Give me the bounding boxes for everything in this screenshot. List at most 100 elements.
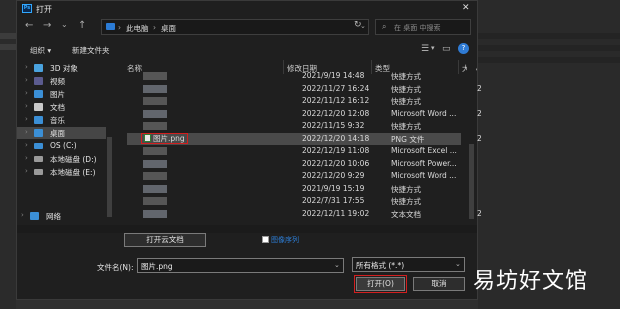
- sidebar-item-network[interactable]: › 网络: [13, 210, 103, 222]
- chevron-right-icon[interactable]: ›: [25, 154, 28, 162]
- file-list-scrollbar[interactable]: [467, 59, 476, 224]
- file-size: 2: [477, 133, 482, 143]
- sidebar-item-videos[interactable]: › 视频: [17, 75, 107, 87]
- search-box[interactable]: ⌕ 在 桌面 中搜索: [375, 19, 471, 35]
- table-row[interactable]: 2022/12/20 9:29 Microsoft Word ...: [127, 170, 461, 182]
- file-name-highlight[interactable]: 图片.png: [141, 132, 188, 144]
- table-row[interactable]: 2022/12/20 10:06 Microsoft Power...: [127, 158, 461, 170]
- recent-locations-dropdown[interactable]: ⌄: [61, 20, 68, 29]
- new-folder-button[interactable]: 新建文件夹: [72, 45, 110, 56]
- table-row[interactable]: 2021/9/19 15:19 快捷方式: [127, 183, 461, 195]
- sidebar-item-label: OS (C:): [50, 141, 77, 150]
- table-row[interactable]: 2022/12/19 11:08 Microsoft Excel ...: [127, 145, 461, 157]
- file-date: 2022/11/12 16:12: [302, 96, 370, 105]
- refresh-icon[interactable]: ↻: [354, 20, 362, 30]
- breadcrumb-separator: ›: [153, 23, 156, 32]
- horizontal-scrollbar[interactable]: [17, 225, 477, 233]
- file-date: 2022/12/11 19:02: [302, 208, 370, 218]
- open-file-dialog: Ps 打开 ✕ ← → ⌄ ↑ › 此电脑 › 桌面 ⌄ ↻ ⌕ 在 桌面 中搜…: [13, 0, 482, 300]
- preview-pane-icon[interactable]: ▭: [442, 44, 451, 54]
- chevron-right-icon[interactable]: ›: [25, 102, 28, 110]
- open-button[interactable]: 打开(O): [354, 275, 407, 293]
- open-cloud-document-button[interactable]: 打开云文档: [124, 233, 206, 247]
- file-type: 快捷方式: [391, 184, 421, 194]
- sidebar-item-label: 文档: [50, 103, 65, 112]
- sidebar-item-desktop[interactable]: › 桌面: [17, 127, 107, 139]
- sidebar-item-label: 本地磁盘 (D:): [50, 155, 97, 164]
- blurred-file-name: [143, 159, 167, 168]
- help-icon[interactable]: ?: [458, 43, 469, 54]
- view-dropdown-icon[interactable]: ▾: [431, 44, 435, 52]
- background-left-bar: [0, 44, 16, 50]
- file-type: Microsoft Word ...: [391, 108, 457, 118]
- scrollbar-thumb[interactable]: [107, 137, 112, 217]
- image-sequence-checkbox[interactable]: [262, 236, 269, 243]
- file-date: 2022/7/31 17:55: [302, 196, 365, 205]
- sidebar-item-documents[interactable]: › 文档: [17, 101, 107, 113]
- search-icon: ⌕: [382, 22, 387, 31]
- breadcrumb-desktop[interactable]: 桌面: [161, 23, 176, 34]
- table-row[interactable]: 2022/12/20 12:08 Microsoft Word ... 2: [127, 108, 482, 120]
- image-sequence-label[interactable]: 图像序列: [271, 235, 299, 245]
- sidebar-item-label: 图片: [50, 90, 65, 99]
- forward-arrow-icon[interactable]: →: [43, 20, 51, 31]
- navigation-scrollbar[interactable]: [106, 61, 113, 221]
- blurred-file-name: [143, 197, 167, 205]
- file-date: 2022/12/20 9:29: [302, 171, 365, 180]
- cube-icon: [34, 64, 43, 72]
- pictures-icon: [34, 90, 43, 98]
- file-type: 快捷方式: [391, 84, 421, 94]
- file-type: PNG 文件: [391, 134, 425, 144]
- chevron-right-icon[interactable]: ›: [25, 115, 28, 123]
- file-type-select[interactable]: 所有格式 (*.*) ⌄: [352, 257, 465, 272]
- chevron-down-icon[interactable]: ⌄: [455, 260, 461, 268]
- chevron-right-icon[interactable]: ›: [25, 167, 28, 175]
- file-type: 文本文档: [391, 209, 421, 219]
- sidebar-item-os-c[interactable]: › OS (C:): [17, 140, 107, 152]
- table-row[interactable]: 2021/9/19 14:48 快捷方式: [127, 70, 461, 82]
- chevron-right-icon[interactable]: ›: [25, 63, 28, 71]
- table-row[interactable]: 2022/11/27 16:24 快捷方式 2: [127, 83, 482, 95]
- sidebar-item-label: 音乐: [50, 116, 65, 125]
- desktop-icon: [34, 129, 43, 137]
- sidebar-item-3d-objects[interactable]: › 3D 对象: [17, 62, 107, 74]
- chevron-right-icon[interactable]: ›: [25, 89, 28, 97]
- chevron-right-icon[interactable]: ›: [21, 211, 24, 219]
- sidebar-item-disk-e[interactable]: › 本地磁盘 (E:): [17, 166, 107, 178]
- chevron-right-icon[interactable]: ›: [25, 76, 28, 84]
- chevron-right-icon[interactable]: ›: [25, 128, 28, 136]
- command-bar: 组织 ▾ 新建文件夹 ☰ ▾ ▭ ?: [17, 43, 477, 57]
- breadcrumb-this-pc[interactable]: 此电脑: [126, 23, 149, 34]
- watermark-text: 易坊好文馆: [473, 269, 589, 294]
- organize-menu[interactable]: 组织 ▾: [30, 45, 51, 56]
- sidebar-item-music[interactable]: › 音乐: [17, 114, 107, 126]
- filename-input[interactable]: 图片.png ⌄: [137, 258, 344, 273]
- sidebar-item-disk-d[interactable]: › 本地磁盘 (D:): [17, 153, 107, 165]
- up-arrow-icon[interactable]: ↑: [78, 20, 86, 31]
- table-row[interactable]: 2022/7/31 17:55 快捷方式: [127, 195, 461, 207]
- table-row[interactable]: 2022/11/15 9:32 快捷方式: [127, 120, 461, 132]
- file-date: 2021/9/19 15:19: [302, 183, 365, 193]
- cancel-button[interactable]: 取消: [413, 277, 465, 291]
- background-right-stripe: [478, 33, 620, 39]
- documents-icon: [34, 103, 43, 111]
- chevron-right-icon[interactable]: ›: [25, 141, 28, 149]
- drive-icon: [34, 143, 43, 149]
- chevron-down-icon[interactable]: ⌄: [334, 261, 340, 269]
- table-row[interactable]: 2022/12/11 19:02 文本文档 2: [127, 208, 482, 220]
- file-type-value: 所有格式 (*.*): [356, 261, 405, 270]
- blurred-file-name: [143, 72, 167, 80]
- close-icon[interactable]: ✕: [462, 3, 470, 13]
- sidebar-item-pictures[interactable]: › 图片: [17, 88, 107, 100]
- table-row[interactable]: 2022/11/12 16:12 快捷方式: [127, 95, 461, 107]
- blurred-file-name: [143, 209, 167, 218]
- address-bar[interactable]: › 此电脑 › 桌面 ⌄: [101, 19, 369, 35]
- file-name: 图片.png: [153, 133, 185, 143]
- scrollbar-thumb[interactable]: [469, 144, 474, 219]
- file-type: 快捷方式: [391, 122, 421, 131]
- table-row-selected[interactable]: 图片.png 2022/12/20 14:18 PNG 文件 2: [127, 132, 482, 145]
- view-options-icon[interactable]: ☰: [421, 44, 429, 54]
- file-type: Microsoft Power...: [391, 158, 457, 168]
- back-arrow-icon[interactable]: ←: [25, 20, 33, 31]
- filename-value: 图片.png: [141, 262, 173, 271]
